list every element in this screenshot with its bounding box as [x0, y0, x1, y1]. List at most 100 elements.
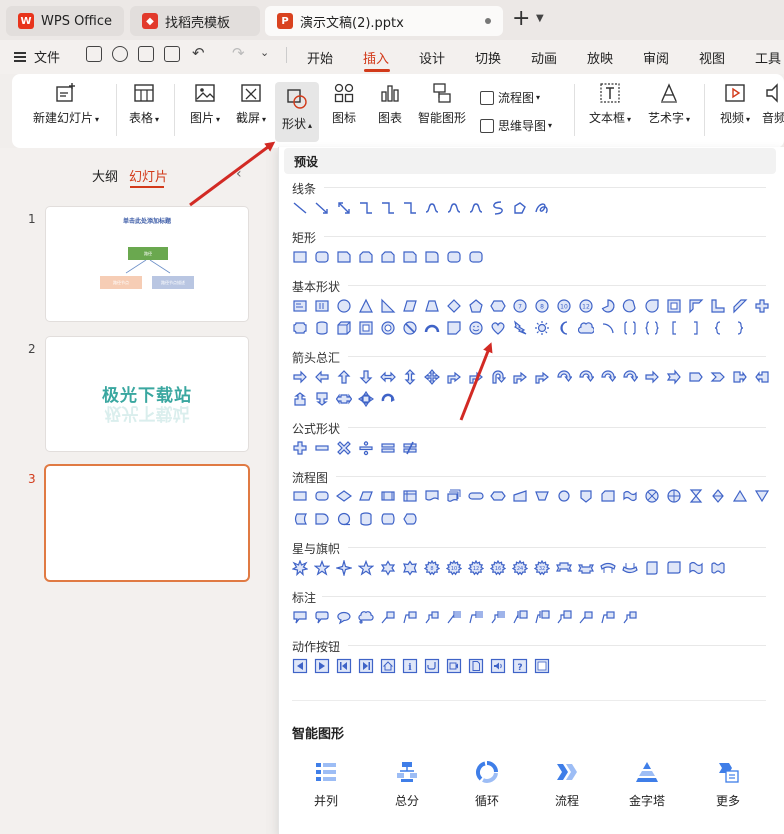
- shape-action-forward-button-icon[interactable]: [311, 655, 333, 677]
- print-icon[interactable]: [138, 46, 154, 62]
- shape-flowchart-data-icon[interactable]: [355, 485, 377, 507]
- shape-elbow-arrow-connector-icon[interactable]: [377, 197, 399, 219]
- smartart-parallel-button[interactable]: 并列: [296, 760, 356, 809]
- shape-plus-icon[interactable]: [289, 437, 311, 459]
- shape-flowchart-manual-operation-icon[interactable]: [531, 485, 553, 507]
- shape-octagon-icon[interactable]: 8: [531, 295, 553, 317]
- shape-flowchart-sort-icon[interactable]: [707, 485, 729, 507]
- shape-up-arrow-callout-icon[interactable]: [289, 388, 311, 410]
- shape-flowchart-or-icon[interactable]: [663, 485, 685, 507]
- shape-chord-icon[interactable]: [619, 295, 641, 317]
- shape-curved-ribbon-up-icon[interactable]: [597, 557, 619, 579]
- shape-flowchart-terminator-icon[interactable]: [465, 485, 487, 507]
- shape-down-arrow-icon[interactable]: [355, 366, 377, 388]
- shape-flowchart-manual-input-icon[interactable]: [509, 485, 531, 507]
- shape-flowchart-predefined-process-icon[interactable]: [377, 485, 399, 507]
- shape-pentagon-arrow-icon[interactable]: [685, 366, 707, 388]
- shape-flowchart-offpage-connector-icon[interactable]: [575, 485, 597, 507]
- shape-flowchart-connector-icon[interactable]: [553, 485, 575, 507]
- shape-right-triangle-icon[interactable]: [377, 295, 399, 317]
- shape-half-frame-icon[interactable]: [685, 295, 707, 317]
- shape-flowchart-direct-access-icon[interactable]: [377, 508, 399, 530]
- shape-ribbon-down-icon[interactable]: [575, 557, 597, 579]
- shape-rounded-rectangle-icon[interactable]: [311, 246, 333, 268]
- screenshot-button[interactable]: 截屏 ▾: [230, 82, 272, 126]
- collapse-panel-chevron-icon[interactable]: ‹: [236, 166, 242, 182]
- shape-flowchart-extract-icon[interactable]: [729, 485, 751, 507]
- shape-explosion-icon[interactable]: [289, 557, 311, 579]
- shape-oval-callout-icon[interactable]: [333, 606, 355, 628]
- shape-line-callout-no-border-2-icon[interactable]: [597, 606, 619, 628]
- save-icon[interactable]: [86, 46, 102, 62]
- video-button[interactable]: 视频 ▾: [714, 82, 756, 126]
- shape-u-turn-arrow-icon[interactable]: [487, 366, 509, 388]
- menu-tab-transition[interactable]: 切换: [475, 48, 501, 67]
- shape-curved-ribbon-down-icon[interactable]: [619, 557, 641, 579]
- unsaved-dot-icon[interactable]: [485, 18, 491, 24]
- shape-star-6-point-icon[interactable]: [377, 557, 399, 579]
- shape-action-return-button-icon[interactable]: [421, 655, 443, 677]
- shape-diagonal-stripe-icon[interactable]: [729, 295, 751, 317]
- shape-divide-icon[interactable]: [355, 437, 377, 459]
- shape-left-right-arrow-callout-icon[interactable]: [333, 388, 355, 410]
- shape-no-symbol-icon[interactable]: [399, 317, 421, 339]
- shape-moon-icon[interactable]: [553, 317, 575, 339]
- menu-tab-tools[interactable]: 工具: [755, 48, 781, 67]
- shape-star-5-point-alt-icon[interactable]: [355, 557, 377, 579]
- shape-curved-left-arrow-icon[interactable]: [575, 366, 597, 388]
- smartart-hierarchy-button[interactable]: 总分: [377, 760, 437, 809]
- mindmap-button[interactable]: 思维导图 ▾: [480, 117, 552, 134]
- picture-button[interactable]: 图片 ▾: [184, 82, 226, 126]
- shape-lightning-bolt-icon[interactable]: [509, 317, 531, 339]
- shape-double-bracket-icon[interactable]: [619, 317, 641, 339]
- shape-round-same-side-rectangle-icon[interactable]: [443, 246, 465, 268]
- quick-access-chevron-icon[interactable]: ⌄: [260, 45, 276, 61]
- shape-double-brace-icon[interactable]: [641, 317, 663, 339]
- shape-star-5-point-icon[interactable]: [311, 557, 333, 579]
- shape-double-wave-icon[interactable]: [707, 557, 729, 579]
- shape-minus-icon[interactable]: [311, 437, 333, 459]
- shape-ribbon-up-icon[interactable]: [553, 557, 575, 579]
- shape-star-24-point-icon[interactable]: 24: [509, 557, 531, 579]
- shape-bevel-icon[interactable]: [355, 317, 377, 339]
- shape-left-right-arrow-icon[interactable]: [377, 366, 399, 388]
- shape-action-information-button-icon[interactable]: i: [399, 655, 421, 677]
- shape-trapezoid-icon[interactable]: [421, 295, 443, 317]
- shape-cross-icon[interactable]: [751, 295, 773, 317]
- shape-accent-callout-1-icon[interactable]: [443, 606, 465, 628]
- shape-not-equal-icon[interactable]: [399, 437, 421, 459]
- slides-tab[interactable]: 幻灯片: [129, 166, 168, 185]
- shape-line-callout-no-border-1-icon[interactable]: [575, 606, 597, 628]
- new-tab-plus-icon[interactable]: +: [512, 8, 530, 30]
- shape-decagon-icon[interactable]: 10: [553, 295, 575, 317]
- shape-action-document-button-icon[interactable]: [465, 655, 487, 677]
- shape-flowchart-sequential-access-icon[interactable]: [333, 508, 355, 530]
- slide-thumbnail-1[interactable]: 单击此处添加标题 路径 路径节点 路径节点描述: [46, 207, 248, 321]
- shape-pie-icon[interactable]: [597, 295, 619, 317]
- shape-smiley-face-icon[interactable]: [465, 317, 487, 339]
- smartart-more-button[interactable]: 更多: [698, 760, 758, 809]
- menu-tab-review[interactable]: 审阅: [643, 48, 669, 67]
- shape-flowchart-punched-tape-icon[interactable]: [619, 485, 641, 507]
- shape-flowchart-display-icon[interactable]: [399, 508, 421, 530]
- shape-up-down-arrow-icon[interactable]: [399, 366, 421, 388]
- shape-circular-arrow-icon[interactable]: [377, 388, 399, 410]
- shape-action-sound-button-icon[interactable]: [487, 655, 509, 677]
- shape-left-bracket-icon[interactable]: [663, 317, 685, 339]
- menu-tab-insert[interactable]: 插入: [363, 48, 389, 67]
- shape-star-12-point-icon[interactable]: 12: [465, 557, 487, 579]
- shape-line-callout-no-border-3-icon[interactable]: [619, 606, 641, 628]
- shape-flowchart-process-icon[interactable]: [289, 485, 311, 507]
- shape-flowchart-document-icon[interactable]: [421, 485, 443, 507]
- shape-arc-icon[interactable]: [597, 317, 619, 339]
- file-menu-button[interactable]: 文件: [14, 47, 60, 66]
- shape-can-icon[interactable]: [311, 317, 333, 339]
- shape-teardrop-icon[interactable]: [641, 295, 663, 317]
- shape-rounded-rectangular-callout-icon[interactable]: [311, 606, 333, 628]
- shape-button[interactable]: 形状 ▴: [275, 82, 319, 142]
- shape-border-callout-1-icon[interactable]: [509, 606, 531, 628]
- shape-accent-callout-3-icon[interactable]: [487, 606, 509, 628]
- shape-quad-arrow-icon[interactable]: [421, 366, 443, 388]
- shape-action-beginning-button-icon[interactable]: [333, 655, 355, 677]
- shape-border-callout-3-icon[interactable]: [553, 606, 575, 628]
